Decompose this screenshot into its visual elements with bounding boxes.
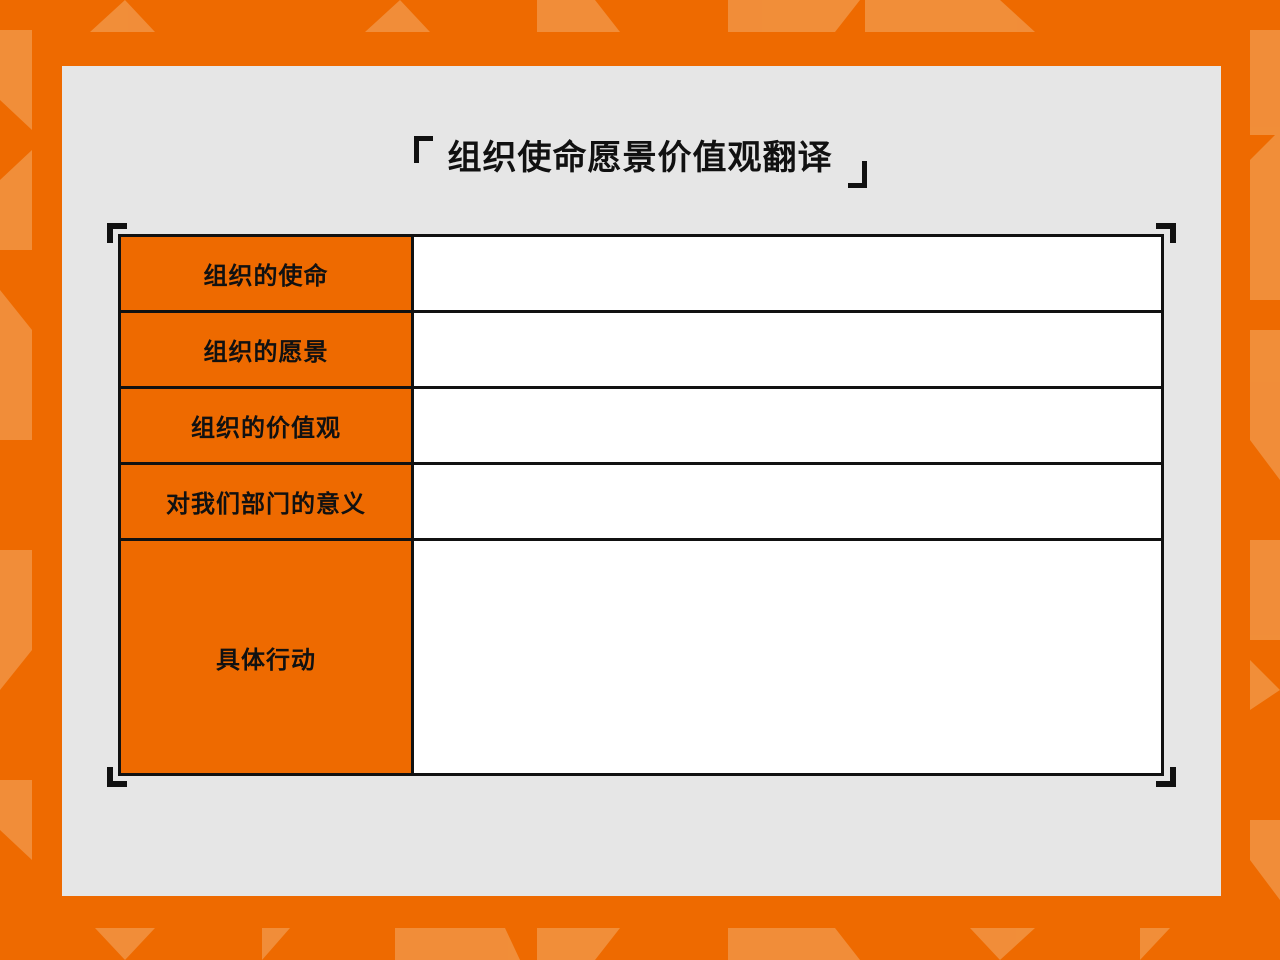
row-value-mission[interactable]	[411, 234, 1164, 313]
close-quote-mark	[847, 161, 867, 188]
page-title: 组织使命愿景价值观翻译	[413, 128, 867, 188]
row-label: 组织的愿景	[118, 310, 414, 389]
slide-frame: 组织使命愿景价值观翻译 组织的使命 组织的愿景 组织的价值观 对我们部门的意义 …	[0, 0, 1280, 960]
table-row-mission: 组织的使命	[118, 234, 1164, 313]
row-label: 具体行动	[118, 538, 414, 776]
row-value-values[interactable]	[411, 386, 1164, 465]
open-quote-mark	[413, 136, 433, 163]
table-row-values: 组织的价值观	[118, 386, 1164, 465]
row-label: 组织的使命	[118, 234, 414, 313]
row-value-meaning[interactable]	[411, 462, 1164, 541]
table-row-vision: 组织的愿景	[118, 310, 1164, 389]
title-area: 组织使命愿景价值观翻译	[0, 128, 1280, 188]
row-value-vision[interactable]	[411, 310, 1164, 389]
translation-table: 组织的使命 组织的愿景 组织的价值观 对我们部门的意义 具体行动	[118, 234, 1164, 776]
table-row-meaning: 对我们部门的意义	[118, 462, 1164, 541]
row-label: 对我们部门的意义	[118, 462, 414, 541]
row-label: 组织的价值观	[118, 386, 414, 465]
table-row-actions: 具体行动	[118, 538, 1164, 776]
row-value-actions[interactable]	[411, 538, 1164, 776]
page-title-text: 组织使命愿景价值观翻译	[447, 138, 833, 178]
